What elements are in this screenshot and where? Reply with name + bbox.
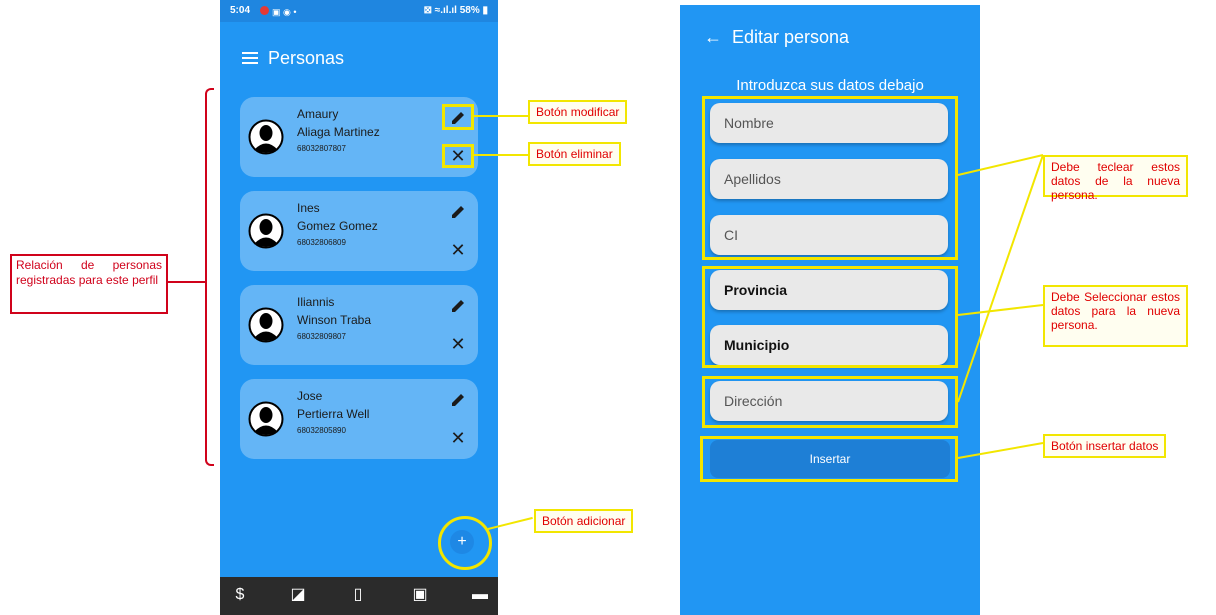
- teclear-annotation: Debe teclear estos datos de la nueva per…: [1043, 155, 1188, 202]
- delete-highlight: [442, 144, 474, 168]
- cash-icon[interactable]: ▣: [410, 585, 430, 605]
- edit-icon[interactable]: [447, 201, 469, 223]
- person-surname: Pertierra Well: [297, 407, 370, 421]
- insert-highlight: [700, 436, 958, 482]
- seleccionar-annotation: Debe Seleccionar estos datos para la nue…: [1043, 285, 1188, 347]
- delete-connector: [474, 154, 528, 156]
- page-title: Personas: [268, 48, 345, 68]
- page-title: Editar persona: [732, 27, 850, 47]
- person-name: Jose: [297, 389, 323, 403]
- delete-icon[interactable]: ✕: [447, 333, 469, 355]
- person-surname: Gomez Gomez: [297, 219, 378, 233]
- bottom-nav: $ ◪ ▯ ▣ ▬: [220, 577, 498, 615]
- document-icon[interactable]: ▯: [348, 585, 368, 605]
- person-name: Iliannis: [297, 295, 335, 309]
- person-ci: 68032807807: [297, 144, 346, 153]
- person-surname: Winson Traba: [297, 313, 372, 327]
- person-avatar-icon: [248, 213, 284, 249]
- edit-icon[interactable]: [447, 295, 469, 317]
- relacion-bracket: [205, 88, 214, 466]
- edit-icon[interactable]: [447, 389, 469, 411]
- status-bar: 5:04 ▣ ◉ • ⊠ ≈.ıl.ıl 58% ▮: [220, 0, 498, 22]
- delete-icon[interactable]: ✕: [447, 239, 469, 261]
- text-fields-highlight: [702, 96, 958, 260]
- person-card[interactable]: Ines Gomez Gomez 68032806809 ✕: [240, 191, 478, 271]
- right-connectors: [957, 154, 1044, 459]
- relacion-annotation: Relación de personas registradas para es…: [10, 254, 168, 314]
- status-icons-left: ▣ ◉ •: [272, 7, 297, 17]
- modificar-annotation: Botón modificar: [528, 100, 628, 124]
- add-highlight: [438, 516, 492, 570]
- person-avatar-icon: [248, 401, 284, 437]
- eliminar-annotation: Botón eliminar: [528, 142, 621, 166]
- status-time: 5:04: [230, 5, 251, 16]
- person-ci: 68032805890: [297, 426, 346, 435]
- delete-icon[interactable]: ✕: [447, 427, 469, 449]
- insertar-annotation: Botón insertar datos: [1043, 434, 1167, 458]
- menu-icon[interactable]: [242, 52, 258, 64]
- person-name: Amaury: [297, 107, 339, 121]
- notification-icon: [260, 6, 269, 15]
- relacion-connector: [168, 281, 205, 283]
- battery-level: 58%: [459, 5, 480, 16]
- person-card[interactable]: Iliannis Winson Traba 68032809807 ✕: [240, 285, 478, 365]
- form-subtitle: Introduzca sus datos debajo: [736, 77, 924, 94]
- select-fields-highlight: [702, 266, 958, 368]
- person-surname: Aliaga Martinez: [297, 125, 380, 139]
- adicionar-annotation: Botón adicionar: [534, 509, 634, 533]
- chart-icon[interactable]: ◪: [288, 585, 308, 605]
- edit-connector: [474, 115, 528, 117]
- person-avatar-icon: [248, 119, 284, 155]
- person-ci: 68032806809: [297, 238, 346, 247]
- card-icon[interactable]: ▬: [470, 585, 490, 605]
- back-arrow-icon[interactable]: ←: [704, 27, 722, 48]
- direccion-highlight: [702, 376, 958, 428]
- person-avatar-icon: [248, 307, 284, 343]
- person-card[interactable]: Jose Pertierra Well 68032805890 ✕: [240, 379, 478, 459]
- status-right: ⊠ ≈.ıl.ıl 58% ▮: [423, 5, 488, 16]
- dollar-icon[interactable]: $: [230, 585, 250, 605]
- person-ci: 68032809807: [297, 332, 346, 341]
- signal-icons: ⊠ ≈.ıl.ıl: [423, 5, 457, 16]
- person-name: Ines: [297, 201, 320, 215]
- edit-highlight: [442, 104, 474, 130]
